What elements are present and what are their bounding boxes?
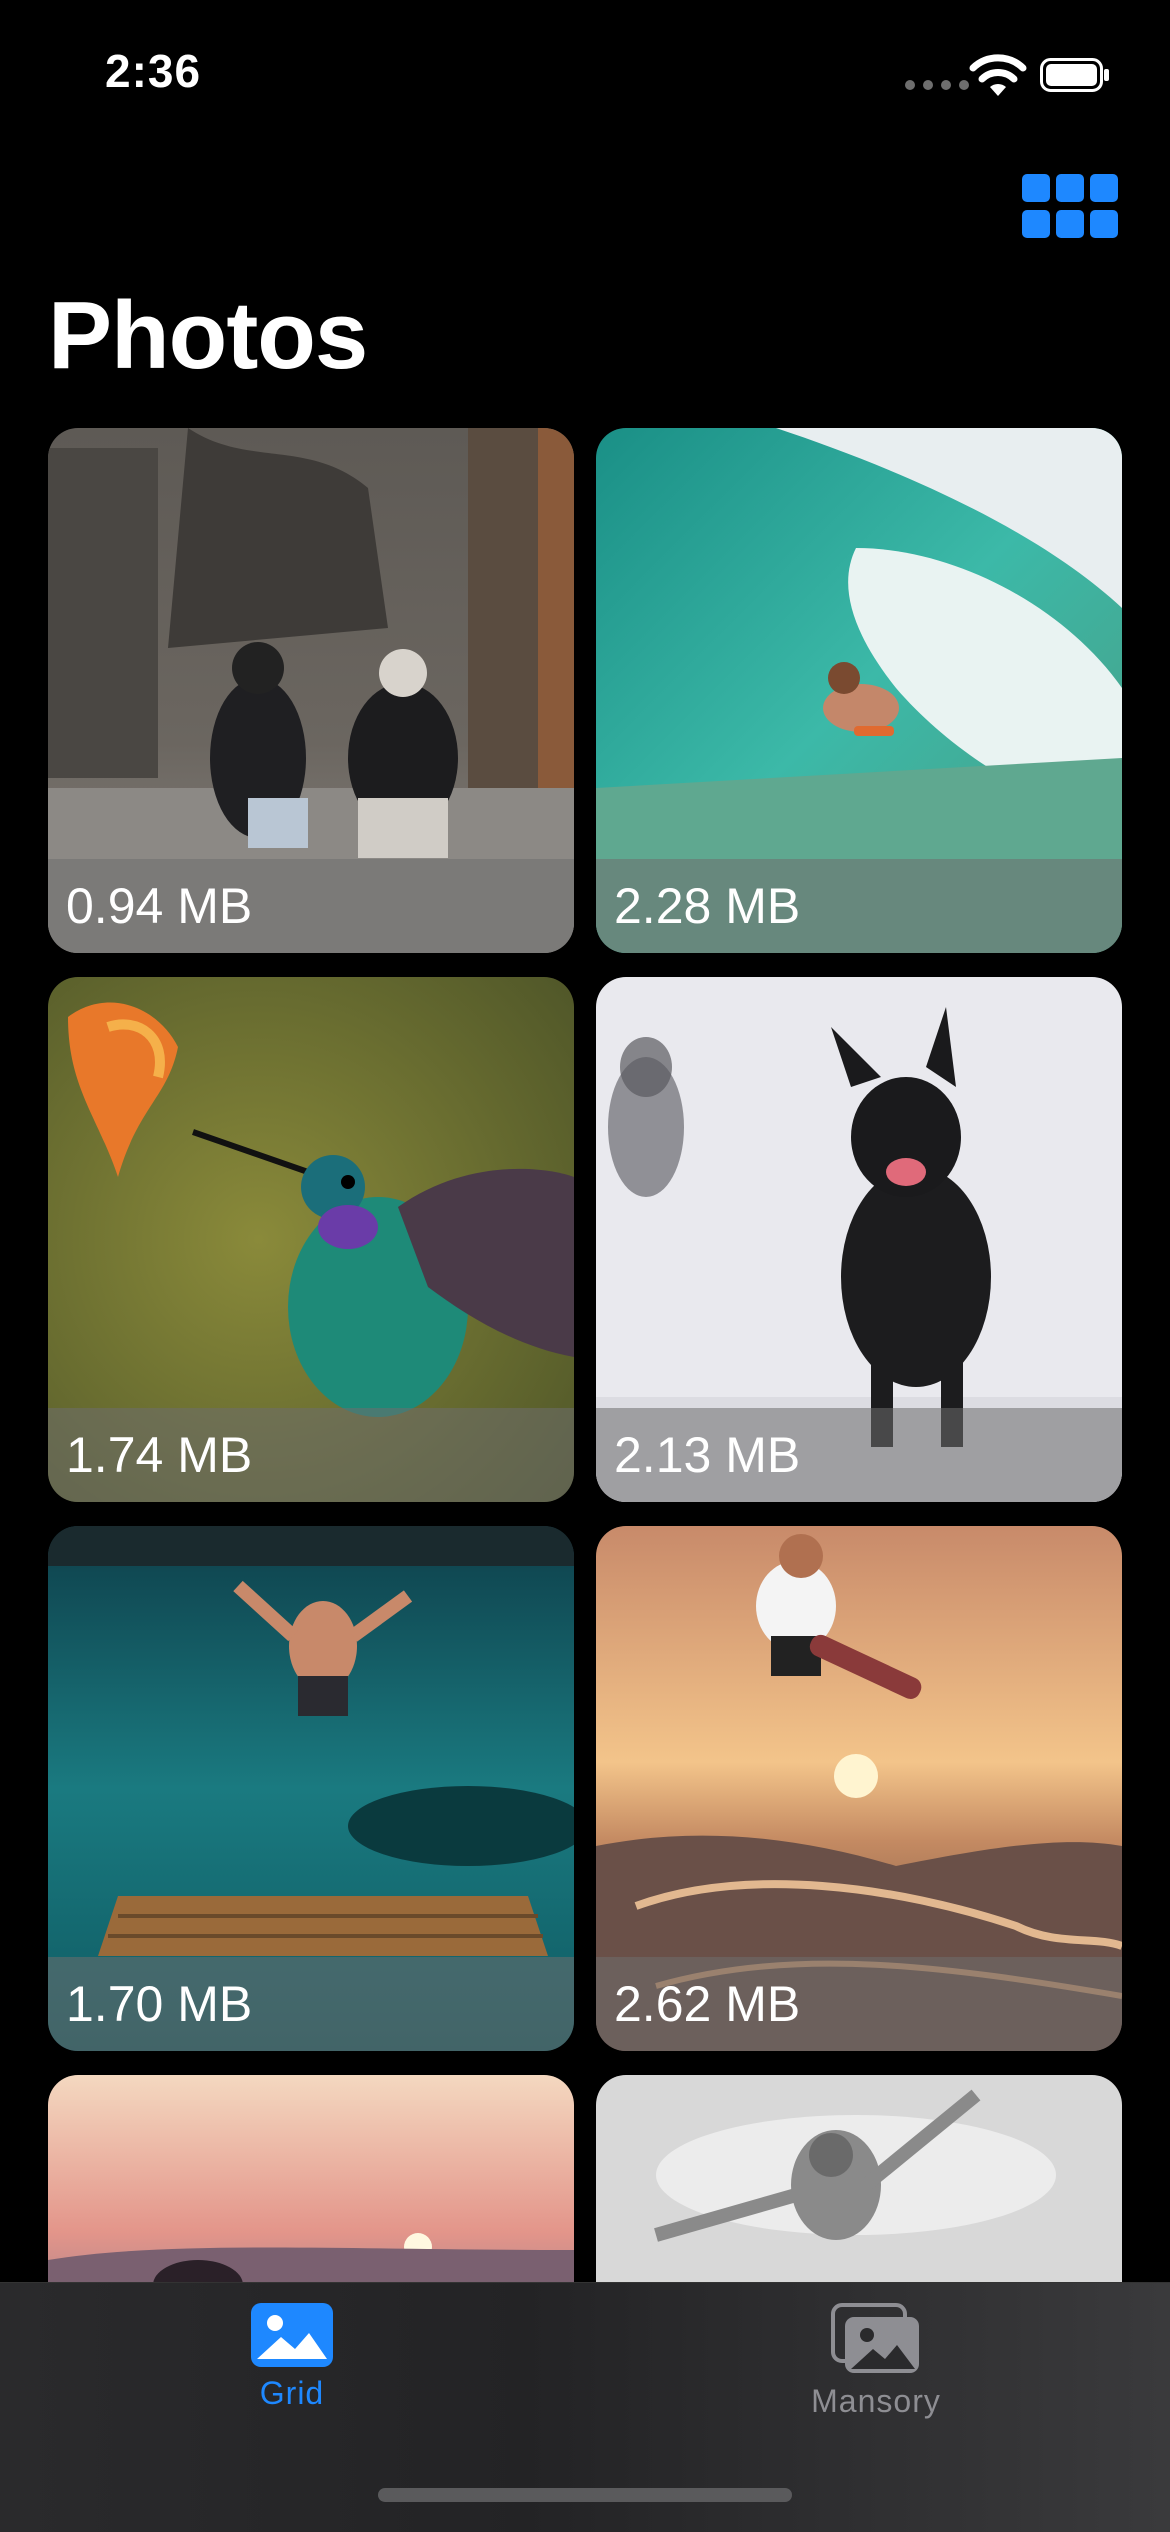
status-bar: 2:36 <box>0 0 1170 140</box>
photo-icon <box>251 2303 333 2367</box>
screen: 2:36 Photos 0.94 MB 2.28 MB 1.74 MB 2.13… <box>0 0 1170 2532</box>
photo-card[interactable]: 2.62 MB <box>596 1526 1122 2051</box>
battery-icon <box>1040 58 1109 92</box>
photo-stack-icon <box>831 2303 919 2373</box>
photo-size-label: 2.62 MB <box>596 1957 1122 2051</box>
page-title: Photos <box>48 282 368 389</box>
status-time: 2:36 <box>105 45 202 97</box>
signal-dots-icon <box>905 80 969 90</box>
photo-size-label: 2.28 MB <box>596 859 1122 953</box>
photo-size-label: 1.74 MB <box>48 1408 574 1502</box>
photo-card[interactable]: 1.74 MB <box>48 977 574 1502</box>
tab-mansory[interactable]: Mansory <box>726 2303 1026 2443</box>
photo-size-label: 2.13 MB <box>596 1408 1122 1502</box>
wifi-icon <box>969 54 1027 96</box>
tab-mansory-label: Mansory <box>811 2383 941 2419</box>
home-indicator <box>378 2488 792 2502</box>
photo-card[interactable]: 1.70 MB <box>48 1526 574 2051</box>
photo-size-label: 1.70 MB <box>48 1957 574 2051</box>
photo-card[interactable]: 0.94 MB <box>48 428 574 953</box>
photo-card[interactable]: 2.13 MB <box>596 977 1122 1502</box>
grid-3x2-icon[interactable] <box>1022 174 1118 240</box>
photo-card[interactable]: 2.28 MB <box>596 428 1122 953</box>
photo-size-label: 0.94 MB <box>48 859 574 953</box>
tab-grid-label: Grid <box>259 2375 325 2411</box>
tab-grid[interactable]: Grid <box>142 2303 442 2443</box>
